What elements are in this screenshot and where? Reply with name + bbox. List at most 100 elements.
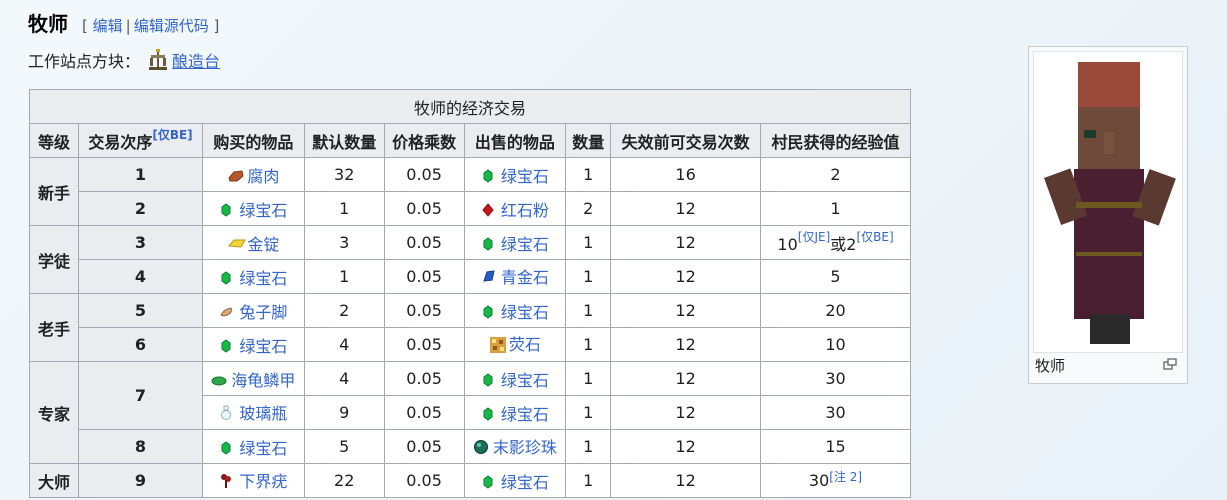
emerald-icon bbox=[219, 338, 233, 353]
item-link[interactable]: 红石粉 bbox=[501, 197, 549, 221]
max-uses-cell: 16 bbox=[610, 157, 762, 192]
item-link[interactable]: 绿宝石 bbox=[239, 197, 287, 221]
price-mult-cell: 0.05 bbox=[383, 429, 465, 464]
sell-item-cell: 荧石 bbox=[463, 327, 567, 362]
sell-qty-cell: 1 bbox=[565, 225, 612, 260]
item-link[interactable]: 荧石 bbox=[509, 331, 541, 355]
max-uses-cell: 12 bbox=[610, 259, 762, 294]
villager-xp-cell: 30[注 2] bbox=[760, 463, 911, 498]
item-link[interactable]: 下界疣 bbox=[239, 468, 287, 492]
table-row: 8 绿宝石 5 0.05 末影珍珠 1 12 15 bbox=[30, 429, 911, 464]
scute-icon bbox=[211, 372, 227, 386]
villager-xp-cell: 15 bbox=[760, 429, 911, 464]
default-qty-cell: 2 bbox=[303, 293, 385, 328]
item-link[interactable]: 海龟鳞甲 bbox=[231, 367, 295, 391]
glass-bottle-icon bbox=[219, 405, 233, 420]
col-order: 交易次序[仅BE] bbox=[78, 123, 203, 158]
default-qty-cell: 1 bbox=[303, 259, 385, 294]
default-qty-cell: 1 bbox=[303, 191, 385, 226]
buy-item-cell: 绿宝石 bbox=[202, 327, 305, 362]
sell-qty-cell: 1 bbox=[565, 395, 612, 430]
brewing-stand-icon bbox=[148, 49, 168, 71]
buy-item-cell: 海龟鳞甲 bbox=[202, 361, 305, 396]
item-link[interactable]: 绿宝石 bbox=[501, 231, 549, 255]
order-cell: 4 bbox=[78, 259, 203, 294]
buy-item-cell: 绿宝石 bbox=[202, 429, 305, 464]
item-link[interactable]: 绿宝石 bbox=[239, 333, 287, 357]
sell-qty-cell: 1 bbox=[565, 429, 612, 464]
emerald-icon bbox=[481, 236, 495, 251]
nether-wart-icon bbox=[219, 473, 233, 488]
expand-icon[interactable] bbox=[1163, 355, 1177, 370]
edit-source-link[interactable]: 编辑源代码 bbox=[134, 17, 209, 35]
be-only-note[interactable]: [仅BE] bbox=[152, 128, 192, 142]
villager-xp-cell: 10[仅JE]或2[仅BE] bbox=[760, 225, 911, 260]
buy-item-cell: 腐肉 bbox=[202, 157, 305, 192]
sell-qty-cell: 1 bbox=[565, 157, 612, 192]
ender-pearl-icon bbox=[473, 439, 488, 454]
gold-ingot-icon bbox=[227, 236, 247, 250]
be-only-note[interactable]: [仅BE] bbox=[856, 230, 893, 244]
sell-item-cell: 绿宝石 bbox=[463, 225, 567, 260]
buy-item-cell: 金锭 bbox=[202, 225, 305, 260]
item-link[interactable]: 绿宝石 bbox=[501, 469, 549, 493]
emerald-icon bbox=[219, 270, 233, 285]
workstation-link[interactable]: 酿造台 bbox=[172, 48, 220, 72]
price-mult-cell: 0.05 bbox=[383, 225, 465, 260]
sell-item-cell: 绿宝石 bbox=[463, 463, 567, 498]
edit-link[interactable]: 编辑 bbox=[93, 17, 123, 35]
level-cell: 专家 bbox=[29, 361, 79, 464]
emerald-icon bbox=[219, 202, 233, 217]
item-link[interactable]: 绿宝石 bbox=[501, 367, 549, 391]
item-link[interactable]: 绿宝石 bbox=[239, 435, 287, 459]
rotten-flesh-icon bbox=[227, 168, 244, 182]
sell-qty-cell: 1 bbox=[565, 293, 612, 328]
buy-item-cell: 玻璃瓶 bbox=[202, 395, 305, 430]
emerald-icon bbox=[481, 168, 495, 183]
table-row: 2 绿宝石 1 0.05 红石粉 2 12 1 bbox=[30, 191, 911, 226]
default-qty-cell: 5 bbox=[303, 429, 385, 464]
table-row: 新手 1 腐肉 32 0.05 绿宝石 1 16 2 bbox=[29, 157, 911, 226]
emerald-icon bbox=[481, 304, 495, 319]
item-link[interactable]: 玻璃瓶 bbox=[239, 400, 287, 424]
sell-item-cell: 红石粉 bbox=[463, 191, 567, 226]
max-uses-cell: 12 bbox=[610, 463, 762, 498]
max-uses-cell: 12 bbox=[610, 327, 762, 362]
col-max-uses: 失效前可交易次数 bbox=[610, 123, 762, 158]
item-link[interactable]: 绿宝石 bbox=[239, 265, 287, 289]
footnote-ref[interactable]: [注 2] bbox=[829, 470, 862, 484]
glowstone-icon bbox=[489, 336, 506, 353]
col-price-mult: 价格乘数 bbox=[383, 123, 465, 158]
je-only-note[interactable]: [仅JE] bbox=[798, 230, 831, 244]
price-mult-cell: 0.05 bbox=[383, 293, 465, 328]
redstone-icon bbox=[481, 202, 495, 217]
item-link[interactable]: 绿宝石 bbox=[501, 299, 549, 323]
item-link[interactable]: 腐肉 bbox=[247, 163, 279, 187]
villager-xp-cell: 20 bbox=[760, 293, 911, 328]
item-link[interactable]: 末影珍珠 bbox=[493, 434, 557, 458]
cleric-villager-render[interactable] bbox=[1033, 51, 1183, 353]
item-link[interactable]: 兔子脚 bbox=[239, 299, 287, 323]
col-sell-qty: 数量 bbox=[565, 123, 612, 158]
item-link[interactable]: 绿宝石 bbox=[501, 401, 549, 425]
sell-qty-cell: 2 bbox=[565, 191, 612, 226]
order-cell: 2 bbox=[78, 191, 203, 226]
max-uses-cell: 12 bbox=[610, 293, 762, 328]
villager-xp-cell: 1 bbox=[760, 191, 911, 226]
item-link[interactable]: 青金石 bbox=[501, 264, 549, 288]
infobox: 牧师 bbox=[1028, 46, 1188, 384]
sell-item-cell: 绿宝石 bbox=[463, 361, 567, 396]
sell-qty-cell: 1 bbox=[565, 361, 612, 396]
workstation-label: 工作站点方块： bbox=[28, 52, 141, 71]
item-link[interactable]: 金锭 bbox=[247, 231, 279, 255]
villager-xp-cell: 30 bbox=[760, 361, 911, 396]
col-default-qty: 默认数量 bbox=[303, 123, 385, 158]
villager-xp-cell: 30 bbox=[760, 395, 911, 430]
sell-item-cell: 末影珍珠 bbox=[463, 429, 567, 464]
item-link[interactable]: 绿宝石 bbox=[501, 163, 549, 187]
col-buy-item: 购买的物品 bbox=[202, 123, 305, 158]
max-uses-cell: 12 bbox=[610, 429, 762, 464]
max-uses-cell: 12 bbox=[610, 395, 762, 430]
villager-xp-cell: 5 bbox=[760, 259, 911, 294]
sell-qty-cell: 1 bbox=[565, 259, 612, 294]
